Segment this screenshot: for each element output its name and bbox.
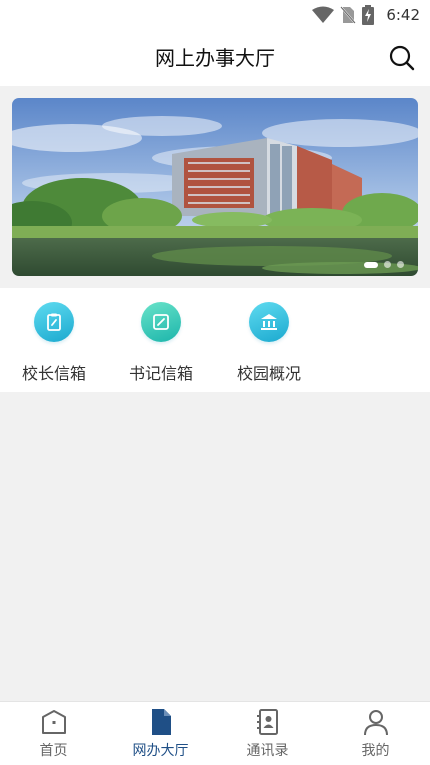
- status-time: 6:42: [386, 6, 420, 24]
- quick-entry-grid: 校长信箱 书记信箱 校园概况: [0, 288, 430, 392]
- document-icon: [151, 709, 171, 735]
- nav-label-home: 首页: [39, 743, 68, 759]
- page-title: 网上办事大厅: [155, 46, 275, 70]
- battery-charging-icon: [362, 5, 375, 25]
- nav-label-profile: 我的: [361, 743, 390, 759]
- nav-label-service-hall: 网办大厅: [132, 743, 189, 759]
- quick-entry-campus-overview[interactable]: 校园概况: [229, 300, 309, 386]
- nav-item-service-hall[interactable]: 网办大厅: [107, 702, 214, 765]
- wifi-icon: [312, 6, 335, 23]
- search-button[interactable]: [388, 44, 416, 72]
- status-icons: 6:42: [312, 4, 420, 26]
- campus-building-image: [12, 98, 418, 276]
- institution-icon: [249, 302, 289, 342]
- quick-entry-label: 校长信箱: [21, 364, 86, 383]
- nav-item-profile[interactable]: 我的: [322, 702, 429, 765]
- content-empty-area: [0, 392, 430, 701]
- quick-entry-president-mailbox[interactable]: 校长信箱: [14, 300, 94, 386]
- home-icon: [41, 710, 66, 734]
- quick-entry-secretary-mailbox[interactable]: 书记信箱: [121, 300, 201, 386]
- carousel-dot[interactable]: [384, 261, 391, 268]
- edit-note-icon: [141, 302, 181, 342]
- nav-label-contacts: 通讯录: [246, 743, 289, 759]
- mailbox-icon: [34, 302, 74, 342]
- bottom-navigation: 首页 网办大厅 通讯录 我的: [0, 701, 430, 765]
- nav-item-home[interactable]: 首页: [0, 702, 107, 765]
- quick-entry-label: 书记信箱: [128, 364, 193, 383]
- banner-carousel[interactable]: [12, 98, 418, 276]
- contacts-book-icon: [256, 709, 278, 735]
- search-icon: [389, 45, 415, 71]
- no-sim-icon: [340, 6, 357, 24]
- carousel-dot[interactable]: [397, 261, 404, 268]
- user-profile-icon: [363, 710, 388, 736]
- status-bar: 6:42: [0, 0, 430, 30]
- nav-item-contacts[interactable]: 通讯录: [214, 702, 321, 765]
- carousel-indicator: [364, 261, 404, 268]
- carousel-dot-active[interactable]: [364, 261, 378, 268]
- quick-entry-label: 校园概况: [236, 364, 301, 383]
- banner-section: [0, 86, 430, 288]
- app-header: 网上办事大厅: [0, 30, 430, 86]
